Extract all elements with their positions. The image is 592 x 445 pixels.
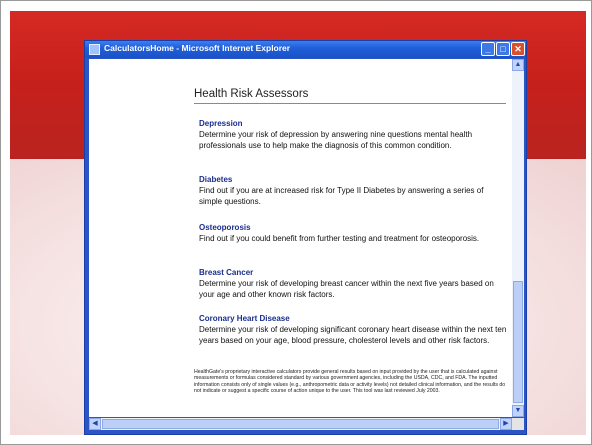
disclaimer-text: HealthGate's proprietary interactive cal… [194, 369, 506, 394]
ie-app-icon [89, 44, 100, 55]
minimize-button[interactable]: _ [481, 42, 495, 56]
depression-link[interactable]: Depression [199, 118, 507, 129]
list-item: Osteoporosis Find out if you could benef… [199, 222, 507, 244]
scroll-down-icon[interactable]: ▼ [512, 405, 524, 417]
scroll-up-icon[interactable]: ▲ [512, 59, 524, 71]
coronary-heart-disease-link[interactable]: Coronary Heart Disease [199, 313, 507, 324]
item-description: Determine your risk of depression by ans… [199, 130, 473, 150]
page-title: Health Risk Assessors [194, 88, 309, 100]
osteoporosis-link[interactable]: Osteoporosis [199, 222, 507, 233]
close-button[interactable]: ✕ [511, 42, 525, 56]
list-item: Breast Cancer Determine your risk of dev… [199, 267, 507, 300]
browser-window: CalculatorsHome - Microsoft Internet Exp… [84, 40, 527, 435]
title-divider [194, 103, 506, 104]
vertical-scroll-thumb[interactable] [513, 281, 523, 403]
scroll-left-icon[interactable]: ◀ [89, 418, 101, 430]
item-description: Determine your risk of developing signif… [199, 325, 507, 345]
slide-frame: CalculatorsHome - Microsoft Internet Exp… [0, 0, 592, 445]
scroll-right-icon[interactable]: ▶ [500, 418, 512, 430]
horizontal-scrollbar[interactable]: ◀ ▶ [89, 418, 512, 430]
vertical-scrollbar[interactable]: ▲ ▼ [512, 59, 524, 417]
list-item: Diabetes Find out if you are at increase… [199, 174, 507, 207]
window-title: CalculatorsHome - Microsoft Internet Exp… [104, 43, 291, 53]
item-description: Find out if you are at increased risk fo… [199, 186, 484, 206]
maximize-button[interactable]: □ [496, 42, 510, 56]
scrollbar-corner [512, 418, 524, 430]
item-description: Determine your risk of developing breast… [199, 279, 494, 299]
page-content: Health Risk Assessors Depression Determi… [89, 59, 512, 417]
list-item: Depression Determine your risk of depres… [199, 118, 507, 151]
window-titlebar[interactable]: CalculatorsHome - Microsoft Internet Exp… [85, 41, 526, 58]
list-item: Coronary Heart Disease Determine your ri… [199, 313, 507, 346]
item-description: Find out if you could benefit from furth… [199, 234, 480, 243]
breast-cancer-link[interactable]: Breast Cancer [199, 267, 507, 278]
diabetes-link[interactable]: Diabetes [199, 174, 507, 185]
horizontal-scroll-thumb[interactable] [102, 419, 499, 429]
